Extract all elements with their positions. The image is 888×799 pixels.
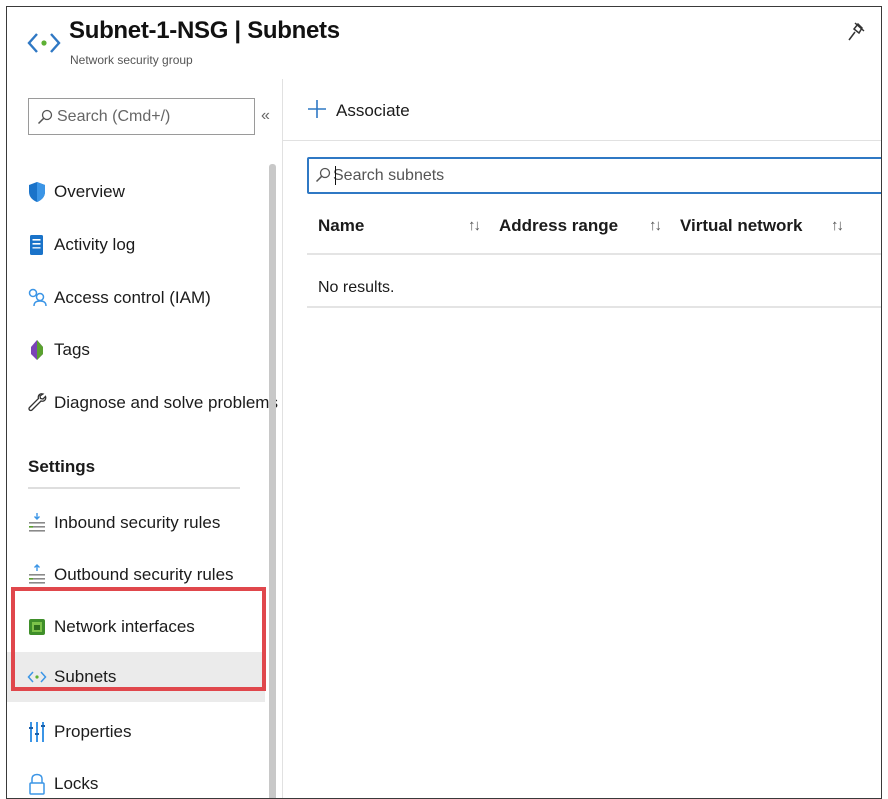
- menu-item-label: Tags: [54, 340, 90, 359]
- activity-log-icon: [30, 235, 43, 255]
- shield-icon: [29, 182, 45, 202]
- menu-search-input[interactable]: [57, 99, 252, 134]
- menu-item-properties[interactable]: Properties: [7, 707, 265, 757]
- page-subtitle: Network security group: [70, 53, 193, 67]
- section-divider: [28, 487, 240, 489]
- network-interface-icon: [29, 619, 45, 635]
- column-header-address-range[interactable]: Address range: [499, 216, 618, 236]
- wrench-icon: [28, 393, 47, 412]
- lock-icon: [29, 773, 45, 795]
- menu-item-label: Network interfaces: [54, 617, 195, 636]
- row-divider: [307, 306, 881, 308]
- menu-item-label: Outbound security rules: [54, 565, 234, 584]
- menu-item-label: Locks: [54, 774, 99, 793]
- menu-item-label: Overview: [54, 182, 125, 201]
- properties-icon: [29, 722, 45, 742]
- command-bar: Associate: [283, 79, 881, 141]
- sort-icon[interactable]: ↑↓: [831, 217, 844, 234]
- menu-search[interactable]: [28, 98, 255, 135]
- blade-frame: Subnet-1-NSG | Subnets Network security …: [6, 6, 882, 799]
- menu-item-diagnose[interactable]: Diagnose and solve problems: [7, 378, 278, 428]
- main-content: Associate Name ↑↓ Address range ↑↓ Virtu…: [283, 79, 881, 798]
- section-header-settings: Settings: [28, 457, 96, 476]
- menu-item-activity-log[interactable]: Activity log: [7, 220, 265, 270]
- empty-state-text: No results.: [318, 279, 395, 296]
- menu-item-label: Inbound security rules: [54, 513, 221, 532]
- subnet-icon: [27, 671, 47, 683]
- menu-item-label: Subnets: [54, 667, 117, 686]
- menu-item-inbound-rules[interactable]: Inbound security rules: [7, 498, 265, 548]
- search-icon: [37, 109, 53, 125]
- menu-item-label: Properties: [54, 722, 132, 741]
- outbound-rules-icon: [29, 564, 45, 584]
- menu-item-tags[interactable]: Tags: [7, 325, 265, 375]
- menu-item-outbound-rules[interactable]: Outbound security rules: [7, 550, 265, 600]
- menu-item-subnets[interactable]: Subnets: [7, 652, 265, 702]
- column-header-name[interactable]: Name: [318, 216, 364, 236]
- subnets-search-input[interactable]: [333, 159, 878, 192]
- people-icon: [28, 288, 47, 307]
- plus-icon: [308, 100, 326, 118]
- collapse-menu-button[interactable]: «: [261, 107, 270, 125]
- associate-label: Associate: [336, 101, 410, 120]
- blade-header: Subnet-1-NSG | Subnets Network security …: [7, 7, 881, 79]
- sort-icon[interactable]: ↑↓: [649, 217, 662, 234]
- menu-item-label: Access control (IAM): [54, 288, 211, 307]
- subnet-icon: [27, 33, 61, 53]
- sort-icon[interactable]: ↑↓: [468, 217, 481, 234]
- menu-item-label: Activity log: [54, 235, 136, 254]
- menu-item-overview[interactable]: Overview: [7, 167, 265, 217]
- inbound-rules-icon: [29, 513, 45, 532]
- menu-item-locks[interactable]: Locks: [7, 759, 265, 798]
- text-cursor: [335, 166, 336, 185]
- resource-menu: « Overview Activity log: [7, 79, 283, 798]
- subnets-search[interactable]: [307, 157, 881, 194]
- tag-icon: [31, 340, 43, 360]
- pin-icon[interactable]: [847, 21, 867, 43]
- column-header-virtual-network[interactable]: Virtual network: [680, 216, 803, 236]
- menu-item-network-interfaces[interactable]: Network interfaces: [7, 602, 265, 652]
- menu-scrollbar[interactable]: [269, 164, 276, 798]
- header-divider: [307, 253, 881, 255]
- search-icon: [315, 167, 331, 183]
- menu-item-label: Diagnose and solve problems: [54, 393, 278, 412]
- menu-item-access-control[interactable]: Access control (IAM): [7, 273, 265, 323]
- page-title: Subnet-1-NSG | Subnets: [69, 17, 340, 44]
